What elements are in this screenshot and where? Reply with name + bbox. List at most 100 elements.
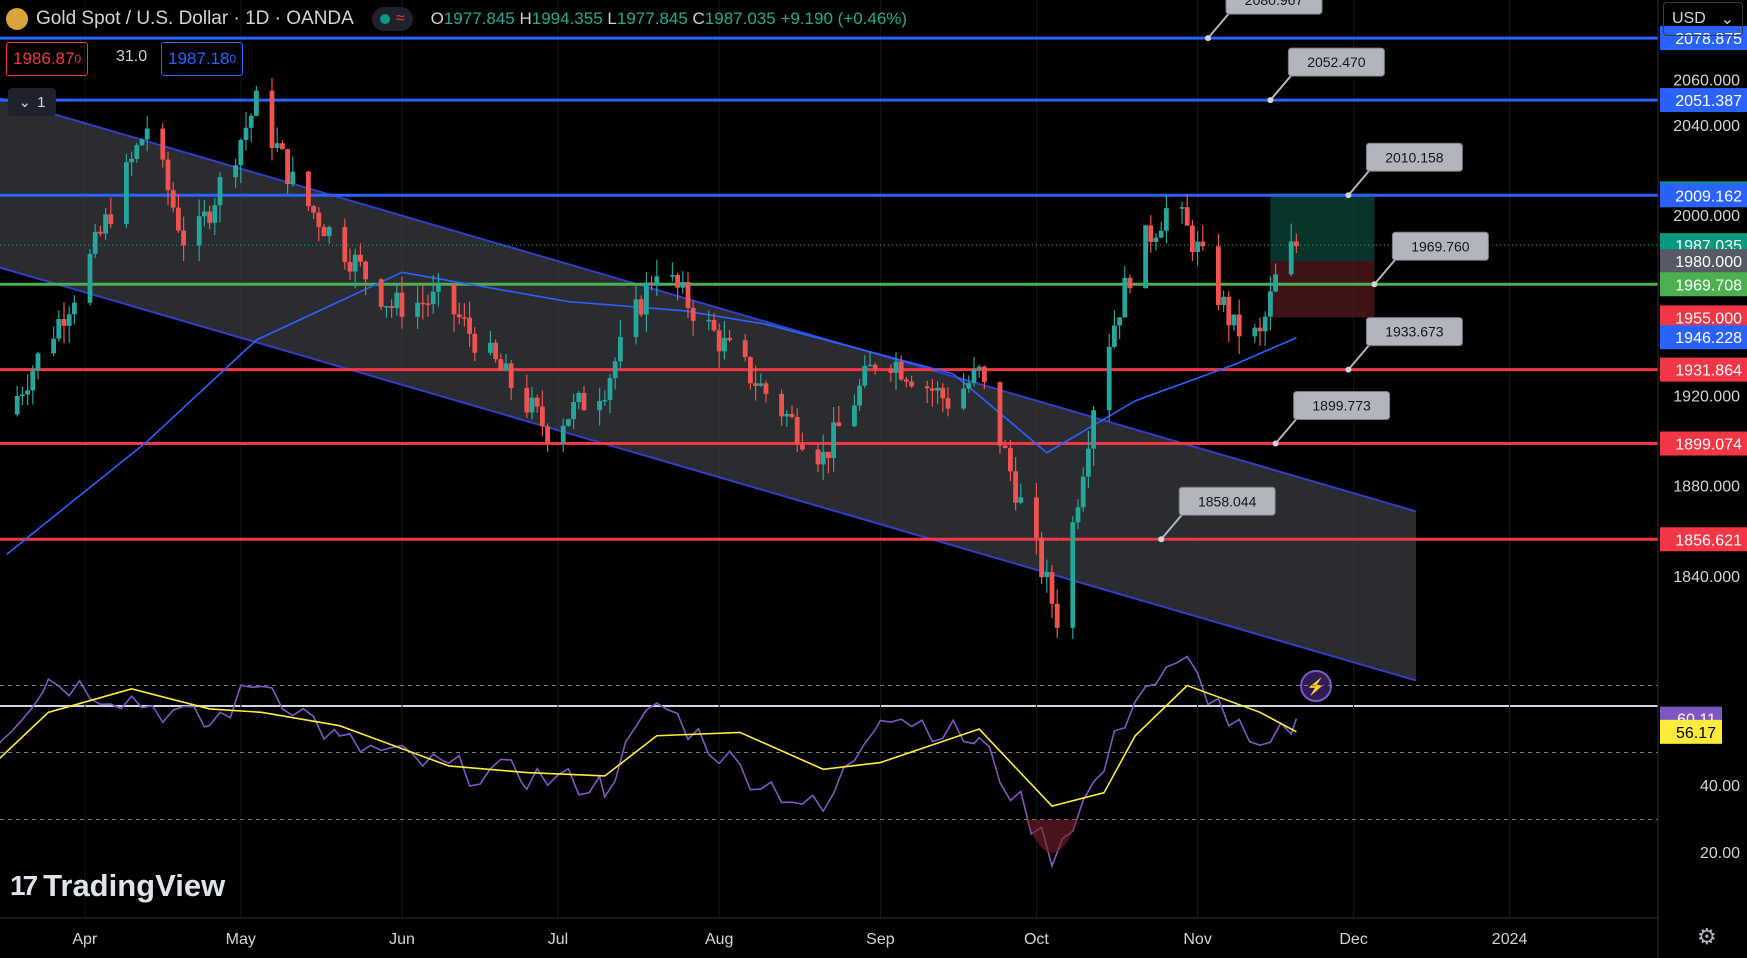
gear-icon[interactable]: ⚙ xyxy=(1697,924,1717,950)
close-label: C xyxy=(692,9,705,28)
sell-button[interactable]: 1986.87 0 xyxy=(6,42,89,76)
candle-body xyxy=(316,212,322,227)
candle-body xyxy=(389,306,394,309)
candle-body xyxy=(14,396,20,415)
candle-body xyxy=(1117,317,1122,326)
candle-body xyxy=(649,282,654,285)
candle-body xyxy=(1112,325,1117,347)
candle-body xyxy=(904,379,909,382)
indicator-count: 1 xyxy=(37,93,46,111)
candle-body xyxy=(20,394,25,397)
symbol-title[interactable]: Gold Spot / U.S. Dollar · 1D · OANDA xyxy=(36,8,354,30)
candle-body xyxy=(61,319,67,326)
candle-body xyxy=(342,227,348,263)
candle-body xyxy=(508,363,514,388)
candle-body xyxy=(1153,237,1159,242)
tradingview-logo[interactable]: 17 TradingView xyxy=(10,868,225,904)
price-axis[interactable]: 1840.000 1880.000 1920.000 2000.000 2040.000… xyxy=(1657,0,1747,958)
rsi-tick-label: 40.00 xyxy=(1700,778,1740,795)
callout-anchor xyxy=(1345,366,1352,373)
candle-body xyxy=(638,299,644,315)
candle-body xyxy=(207,211,212,223)
candle-body xyxy=(581,392,587,411)
candle-body xyxy=(815,449,821,465)
chart-canvas[interactable]: 2080.967 2052.470 2010.158 1969.760 1933.673… xyxy=(0,0,1747,958)
candle-body xyxy=(945,398,951,409)
candle-body xyxy=(306,171,311,207)
candle-body xyxy=(103,214,108,234)
candle-body xyxy=(1039,537,1044,578)
candle-body xyxy=(425,303,431,305)
candle-body xyxy=(1080,476,1086,508)
candle-body xyxy=(503,363,509,371)
candle-body xyxy=(779,393,784,417)
time-tick-label: Sep xyxy=(866,931,895,948)
price-label-text: 1955.000 xyxy=(1675,310,1742,327)
candle-body xyxy=(857,385,862,406)
candle-body xyxy=(1086,448,1091,477)
price-label-text: 1931.864 xyxy=(1675,363,1742,380)
candle-body xyxy=(940,387,946,399)
rsi-tick-label: 20.00 xyxy=(1700,845,1740,862)
time-tick-label: Jun xyxy=(389,931,415,948)
buy-button[interactable]: 1987.18 0 xyxy=(161,42,244,76)
candle-body xyxy=(680,281,686,288)
candle-body xyxy=(763,383,769,394)
callout-anchor xyxy=(1158,536,1165,543)
candle-body xyxy=(233,165,238,178)
spread-value: 31.0 xyxy=(116,48,148,65)
time-tick-label: Nov xyxy=(1183,931,1211,948)
open-value: 1977.845 xyxy=(443,9,515,28)
candle-body xyxy=(534,397,540,407)
candle-body xyxy=(87,253,93,303)
candle-body xyxy=(560,425,566,444)
candle-body xyxy=(35,353,41,371)
candle-body xyxy=(784,414,790,417)
candle-body xyxy=(826,451,831,459)
candle-body xyxy=(800,443,805,450)
candle-body xyxy=(217,177,223,206)
candle-body xyxy=(415,302,420,317)
candle-body xyxy=(165,159,171,191)
candle-body xyxy=(1273,274,1278,292)
candle-body xyxy=(436,284,441,292)
candle-body xyxy=(384,306,389,308)
candle-body xyxy=(966,382,972,389)
candle-body xyxy=(820,451,826,465)
candle-body xyxy=(685,281,691,308)
candle-body xyxy=(139,139,145,146)
candle-body xyxy=(898,361,904,380)
candle-body xyxy=(607,378,613,400)
price-label-text: 1969.708 xyxy=(1675,277,1742,294)
callout-anchor xyxy=(1205,35,1211,42)
candle-body xyxy=(675,275,680,288)
candle-body xyxy=(311,206,316,213)
candle-body xyxy=(1294,241,1299,247)
candle-body xyxy=(285,149,290,185)
candle-body xyxy=(545,426,550,444)
long-position-tool[interactable] xyxy=(1270,193,1375,318)
price-tick-label: 1920.000 xyxy=(1673,388,1740,405)
candle-body xyxy=(108,214,114,225)
currency-select[interactable]: USD ⌄ xyxy=(1663,2,1743,36)
candle-body xyxy=(1179,207,1185,209)
candle-body xyxy=(758,383,764,386)
candle-body xyxy=(363,261,368,280)
market-status[interactable]: ≈ xyxy=(371,7,413,31)
indicators-toggle[interactable]: ⌄ 1 xyxy=(8,88,56,116)
price-tick-label: 1880.000 xyxy=(1673,479,1740,496)
callout-label: 2080.967 xyxy=(1245,0,1304,8)
candle-body xyxy=(326,227,332,237)
candle-body xyxy=(1195,241,1200,252)
candle-body xyxy=(888,368,894,373)
candle-body xyxy=(753,383,758,386)
candle-body xyxy=(25,390,30,395)
callout-label: 1899.773 xyxy=(1312,398,1371,414)
candle-body xyxy=(727,337,732,341)
candle-body xyxy=(1262,316,1268,332)
candle-body xyxy=(352,254,358,272)
wave-icon: ≈ xyxy=(395,10,405,27)
candle-body xyxy=(982,366,987,382)
candle-body xyxy=(176,207,181,231)
candle-body xyxy=(1075,507,1081,523)
